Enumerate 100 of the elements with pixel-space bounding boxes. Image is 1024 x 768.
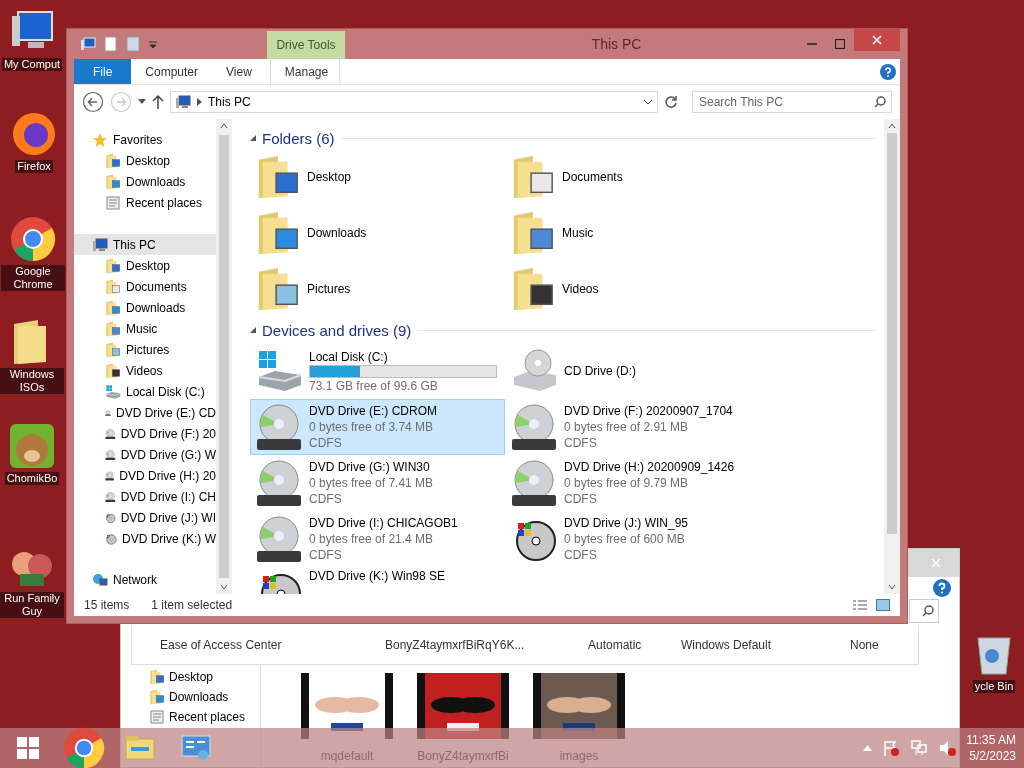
folder-icon: [105, 173, 121, 190]
large-icons-view-icon[interactable]: [876, 599, 890, 611]
drive-tile[interactable]: DVD Drive (E:) CDROM 0 bytes free of 3.74 MB CDFS: [250, 399, 505, 455]
desktop-icon-label[interactable]: Google Chrome: [1, 265, 65, 291]
address-bar[interactable]: This PC: [170, 91, 658, 113]
folder-icon: [105, 362, 121, 379]
nav-item[interactable]: Network: [74, 569, 216, 590]
flag-icon[interactable]: [882, 739, 901, 757]
back-button[interactable]: [82, 91, 104, 113]
up-button[interactable]: [152, 94, 164, 110]
drive-tile[interactable]: CD Drive (D:): [505, 343, 760, 399]
drive-tile[interactable]: DVD Drive (I:) CHICAGOB1 0 bytes free of 21.4 MB CDFS: [250, 511, 505, 567]
group-header[interactable]: Folders (6): [262, 129, 335, 147]
recent-locations-button[interactable]: [138, 99, 146, 105]
group-header[interactable]: Devices and drives (9): [262, 321, 412, 339]
folder-icon: [149, 669, 165, 685]
nav-item[interactable]: Desktop: [74, 150, 216, 171]
folder-tile[interactable]: Pictures: [250, 261, 505, 317]
nav-item[interactable]: Desktop: [149, 669, 260, 685]
nav-item[interactable]: DVD Drive (K:) W: [74, 528, 216, 549]
scrollbar[interactable]: [884, 119, 900, 594]
computer-icon[interactable]: [80, 36, 96, 52]
nav-item[interactable]: Recent places: [149, 709, 260, 725]
app-icon: [8, 422, 56, 470]
caret-icon[interactable]: [148, 39, 158, 49]
nav-item[interactable]: DVD Drive (H:) 20: [74, 465, 216, 486]
folder-icon: [105, 278, 121, 295]
folder-icon: [125, 735, 155, 761]
status-text: 1 item selected: [151, 598, 233, 612]
collapse-icon[interactable]: [250, 135, 256, 141]
nav-item[interactable]: Recent places: [74, 192, 216, 213]
maximize-icon: [835, 39, 845, 49]
desktop-icon-label[interactable]: My Comput: [1, 58, 63, 71]
desktop-icon-label[interactable]: Firefox: [15, 160, 53, 173]
desktop-icon-label[interactable]: ycle Bin: [972, 680, 1016, 693]
nav-item[interactable]: Local Disk (C:): [74, 381, 216, 402]
folder-icon: [149, 689, 165, 705]
nav-item[interactable]: Documents: [74, 276, 216, 297]
drive-tile[interactable]: DVD Drive (H:) 20200909_1426 0 bytes free of 9.79 MB CDFS: [505, 455, 760, 511]
help-icon[interactable]: [880, 63, 896, 80]
close-icon: [872, 35, 882, 45]
volume-muted-icon[interactable]: [938, 739, 957, 757]
nav-item[interactable]: DVD Drive (F:) 20: [74, 423, 216, 444]
search-field[interactable]: [909, 599, 939, 623]
desktop-icon-label[interactable]: Run Family Guy: [0, 592, 64, 618]
drive-tile[interactable]: DVD Drive (J:) WIN_95 0 bytes free of 600 MB CDFS: [505, 511, 760, 567]
new-folder-icon[interactable]: [126, 36, 140, 52]
nav-item[interactable]: This PC: [74, 234, 216, 255]
nav-item[interactable]: Pictures: [74, 339, 216, 360]
folder-icon: [105, 341, 121, 358]
window-title: This PC: [590, 36, 643, 52]
dvd-icon: [510, 403, 558, 451]
ribbon-tab[interactable]: Manage: [269, 59, 340, 84]
desktop-icon-label[interactable]: ChomikBo: [4, 472, 60, 485]
nav-item[interactable]: Music: [74, 318, 216, 339]
table-cell-text: Automatic: [588, 637, 643, 652]
nav-item[interactable]: Downloads: [149, 689, 260, 705]
folder-tile[interactable]: Documents: [505, 149, 760, 205]
folder-tile[interactable]: Desktop: [250, 149, 505, 205]
dvd-icon: [255, 515, 303, 563]
nav-item[interactable]: DVD Drive (J:) WI: [74, 507, 216, 528]
computer-icon: [175, 94, 191, 110]
dvd-icon: [255, 459, 303, 507]
search-icon: [874, 96, 886, 108]
collapse-icon[interactable]: [250, 327, 256, 333]
folder-icon: [105, 152, 121, 169]
folder-icon: [105, 299, 121, 316]
nav-item[interactable]: Desktop: [74, 255, 216, 276]
help-icon[interactable]: [933, 579, 951, 597]
refresh-button[interactable]: [664, 95, 678, 109]
table-cell-text: Windows Default: [681, 637, 773, 652]
folder-icon: [105, 320, 121, 337]
scrollbar[interactable]: [216, 119, 232, 594]
drive-tile[interactable]: DVD Drive (F:) 20200907_1704 0 bytes free of 2.91 MB CDFS: [505, 399, 760, 455]
details-view-icon[interactable]: [852, 599, 868, 611]
close-button[interactable]: [854, 29, 900, 51]
drive-tile[interactable]: Local Disk (C:) 73.1 GB free of 99.6 GB: [250, 343, 505, 399]
caret-icon: [138, 99, 146, 105]
drive-tile[interactable]: DVD Drive (G:) WIN30 0 bytes free of 7.41 MB CDFS: [250, 455, 505, 511]
folder-tile[interactable]: Downloads: [250, 205, 505, 261]
nav-item[interactable]: Videos: [74, 360, 216, 381]
nav-item[interactable]: DVD Drive (E:) CD: [74, 402, 216, 423]
nav-item[interactable]: Downloads: [74, 297, 216, 318]
folder-tile[interactable]: Videos: [505, 261, 760, 317]
search-field[interactable]: Search This PC: [692, 91, 892, 113]
dvd-icon: [255, 403, 303, 451]
clock[interactable]: 11:35 AM 5/2/2023: [966, 732, 1016, 764]
show-hidden-icons-icon[interactable]: [863, 745, 873, 751]
nav-item[interactable]: Favorites: [74, 129, 216, 150]
dvd-icon: [105, 446, 116, 463]
properties-icon[interactable]: [104, 36, 118, 52]
back-icon: [82, 91, 104, 113]
ribbon-tab[interactable]: File: [74, 59, 132, 84]
folder-tile[interactable]: Music: [505, 205, 760, 261]
nav-item[interactable]: DVD Drive (I:) CH: [74, 486, 216, 507]
desktop-icon-label[interactable]: Windows ISOs: [0, 368, 64, 394]
nav-item[interactable]: DVD Drive (G:) W: [74, 444, 216, 465]
nav-item[interactable]: Downloads: [74, 171, 216, 192]
hard-drive-icon: [105, 383, 121, 400]
browser-icon: [9, 215, 57, 263]
